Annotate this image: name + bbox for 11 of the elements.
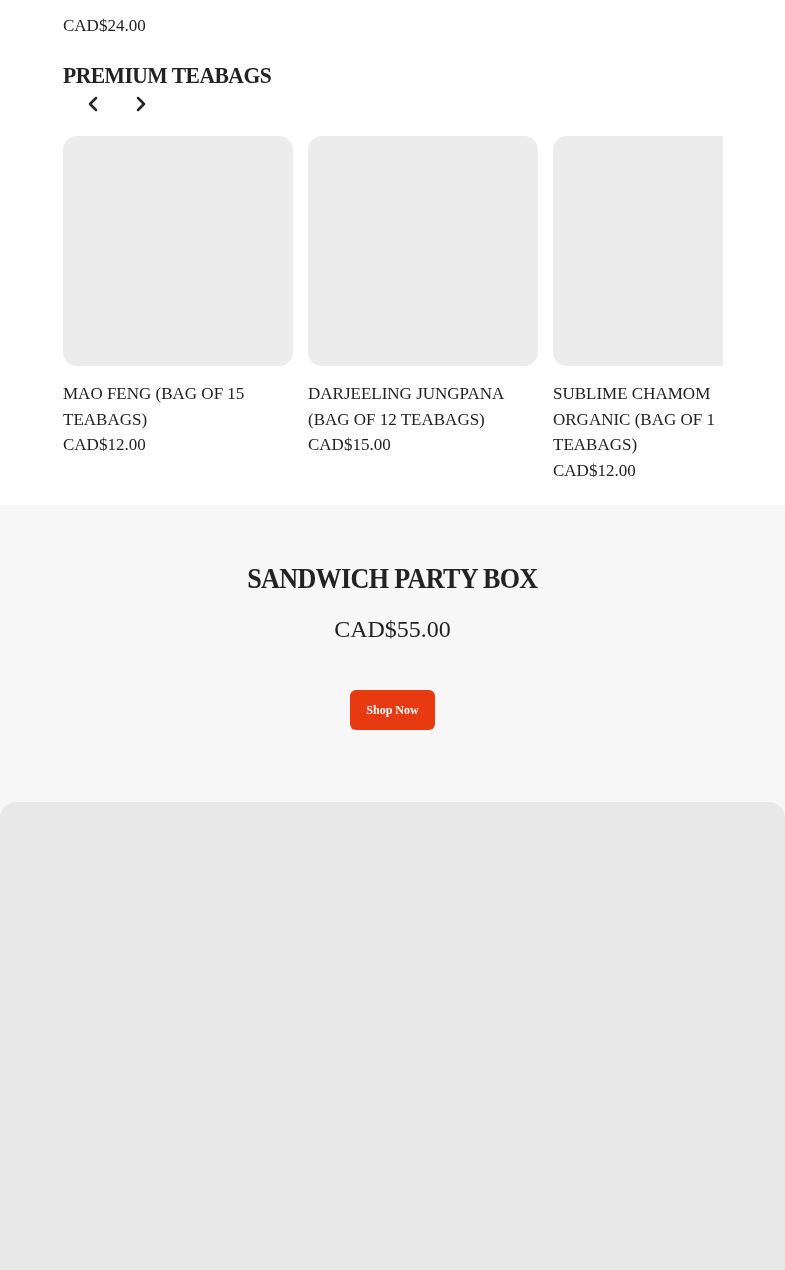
section-title: PREMIUM TEABAGS: [63, 61, 273, 90]
product-title[interactable]: MAO FENG (BAG OF 15 TEABAGS): [63, 381, 293, 432]
product-title[interactable]: DARJEELING JUNGPANA (BAG OF 12 TEABAGS): [308, 381, 538, 432]
product-price: CAD$24.00: [63, 15, 146, 37]
product-title[interactable]: SUBLIME CHAMOM ORGANIC (BAG OF 1 TEABAGS): [553, 381, 723, 458]
product-price: CAD$12.00: [63, 434, 147, 456]
feature-price: CAD$55.00: [334, 615, 451, 644]
feature-title: SANDWICH PARTY BOX: [247, 561, 538, 596]
product-price: CAD$12.00: [553, 459, 637, 482]
product-price: CAD$15.00: [308, 434, 392, 456]
shop-now-button[interactable]: Shop Now: [350, 690, 435, 730]
